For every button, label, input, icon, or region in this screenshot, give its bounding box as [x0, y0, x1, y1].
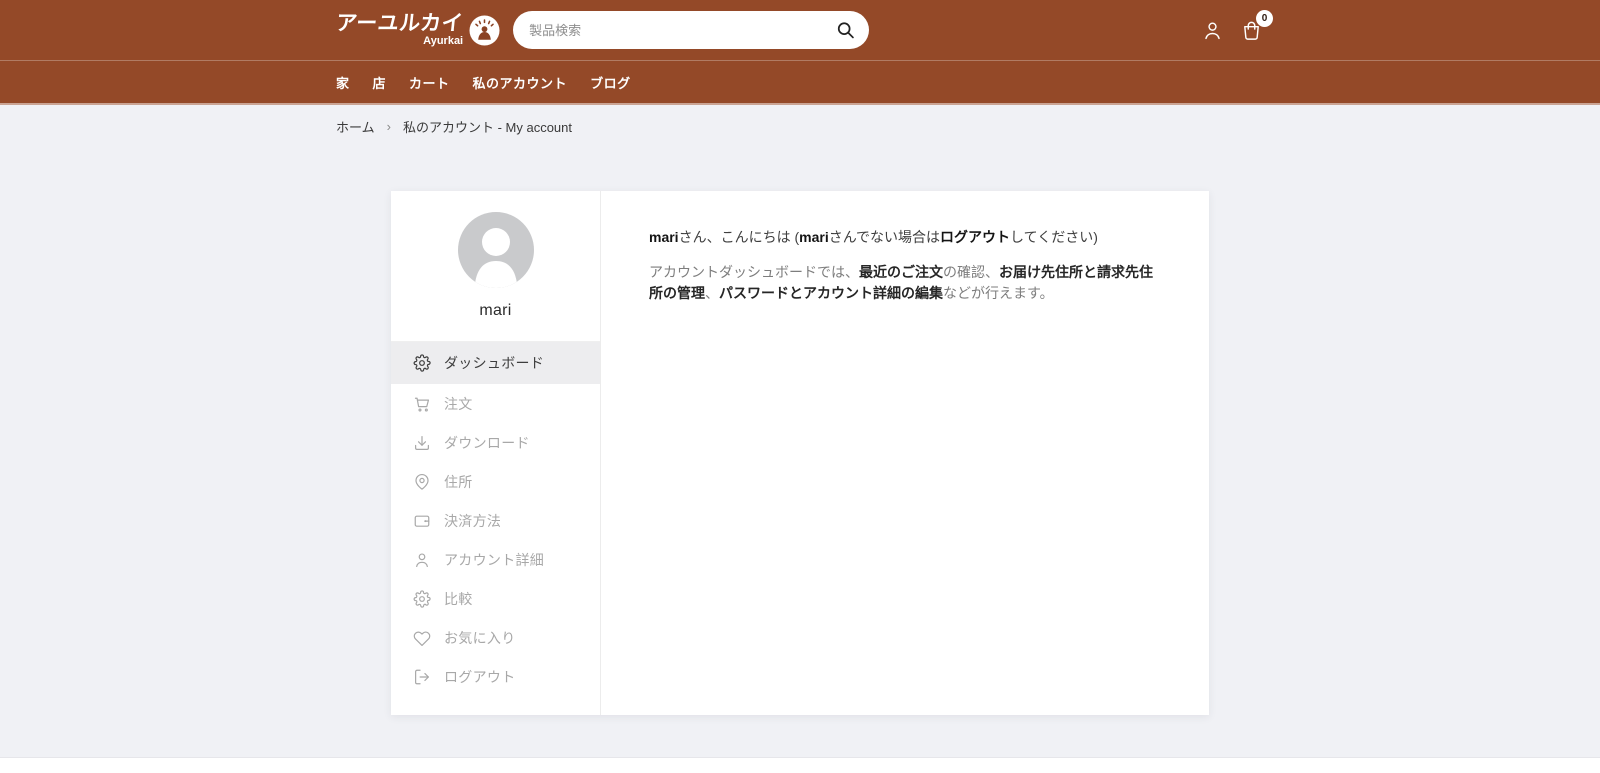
- wallet-icon: [413, 512, 431, 530]
- sidebar-item-payment-methods[interactable]: 決済方法: [391, 501, 600, 540]
- logo-subtitle: Ayurkai: [423, 36, 463, 47]
- breadcrumb-item-my-account: 私のアカウント - My account: [403, 117, 572, 136]
- sidebar-item-label: ダウンロード: [444, 433, 530, 453]
- gear-icon: [413, 354, 431, 372]
- main-nav: 家 店 カート 私のアカウント ブログ: [0, 61, 1600, 105]
- search-input[interactable]: [513, 11, 869, 49]
- sidebar-item-logout[interactable]: ログアウト: [391, 657, 600, 696]
- breadcrumb-item-home[interactable]: ホーム: [336, 117, 375, 136]
- sidebar-item-label: 決済方法: [444, 511, 501, 531]
- download-icon: [413, 434, 431, 452]
- product-search: [513, 11, 869, 49]
- breadcrumb: ホーム › 私のアカウント - My account: [336, 105, 1264, 136]
- text-segment: などが行えます。: [943, 285, 1054, 301]
- greeting-text: mariさん、こんにちは (mariさんでない場合はログアウトしてください): [649, 227, 1161, 247]
- account-menu: ダッシュボード注文ダウンロード住所決済方法アカウント詳細比較お気に入りログアウト: [391, 342, 600, 696]
- sidebar-item-label: ログアウト: [444, 667, 516, 687]
- main-nav-list: 家 店 カート 私のアカウント ブログ: [336, 61, 1264, 103]
- nav-link-blog[interactable]: ブログ: [590, 73, 631, 92]
- nav-link-my-account[interactable]: 私のアカウント: [473, 73, 568, 92]
- sidebar-item-label: ダッシュボード: [444, 353, 544, 373]
- cart-icon: [413, 395, 431, 413]
- breadcrumb-separator: ›: [387, 119, 391, 134]
- sidebar-item-compare[interactable]: 比較: [391, 579, 600, 618]
- account-content: mariさん、こんにちは (mariさんでない場合はログアウトしてください) ア…: [601, 191, 1209, 715]
- text-segment: アカウントダッシュボードでは、: [649, 264, 859, 280]
- nav-link-home[interactable]: 家: [336, 73, 350, 92]
- user-icon: [413, 551, 431, 569]
- sidebar-item-label: 比較: [444, 589, 473, 609]
- sidebar-item-account-details[interactable]: アカウント詳細: [391, 540, 600, 579]
- account-sidebar: mari ダッシュボード注文ダウンロード住所決済方法アカウント詳細比較お気に入り…: [391, 191, 601, 715]
- text-segment: 、: [705, 285, 719, 301]
- account-card: mari ダッシュボード注文ダウンロード住所決済方法アカウント詳細比較お気に入り…: [391, 191, 1209, 715]
- profile-section: mari: [391, 191, 600, 342]
- map-pin-icon: [413, 473, 431, 491]
- account-button[interactable]: [1201, 18, 1225, 42]
- nav-link-shop[interactable]: 店: [373, 73, 387, 92]
- sidebar-item-label: 注文: [444, 394, 473, 414]
- text-segment: mari: [649, 229, 679, 245]
- text-segment: さん、こんにちは (: [679, 229, 800, 245]
- profile-username: mari: [391, 302, 600, 320]
- user-icon: [1201, 19, 1224, 42]
- site-logo[interactable]: アーユルカイ Ayurkai: [336, 13, 500, 47]
- sidebar-item-downloads[interactable]: ダウンロード: [391, 423, 600, 462]
- sidebar-item-orders[interactable]: 注文: [391, 384, 600, 423]
- logout-icon: [413, 668, 431, 686]
- cart-count-badge: 0: [1256, 10, 1273, 27]
- sidebar-item-wishlist[interactable]: お気に入り: [391, 618, 600, 657]
- heart-icon: [413, 629, 431, 647]
- text-segment: の確認、: [943, 264, 999, 280]
- page-background: ホーム›私のアカウント - My account mari ダッシュボード注文ダ…: [0, 105, 1600, 757]
- text-link-segment[interactable]: 最近のご注文: [859, 264, 943, 280]
- sidebar-item-label: アカウント詳細: [444, 550, 544, 570]
- text-segment: してください): [1010, 229, 1098, 245]
- sidebar-item-addresses[interactable]: 住所: [391, 462, 600, 501]
- logo-title: アーユルカイ: [335, 13, 464, 34]
- ayurkai-meditation-logo-icon: [469, 15, 500, 46]
- nav-link-cart[interactable]: カート: [409, 73, 450, 92]
- site-header: アーユルカイ Ayurkai: [0, 0, 1600, 61]
- text-segment: mari: [799, 229, 829, 245]
- sidebar-item-label: 住所: [444, 472, 473, 492]
- text-link-segment[interactable]: パスワードとアカウント詳細の編集: [719, 285, 943, 301]
- search-icon: [835, 20, 856, 41]
- cart-button[interactable]: 0: [1240, 18, 1264, 42]
- search-button[interactable]: [835, 20, 856, 41]
- dashboard-description-text: アカウントダッシュボードでは、最近のご注文の確認、お届け先住所と請求先住所の管理…: [649, 262, 1161, 304]
- gear-icon: [413, 590, 431, 608]
- text-segment: さんでない場合は: [829, 229, 940, 245]
- footer-strip: [0, 757, 1600, 773]
- sidebar-item-label: お気に入り: [444, 628, 516, 648]
- text-link-segment[interactable]: ログアウト: [940, 229, 1010, 245]
- avatar: [458, 212, 534, 288]
- sidebar-item-dashboard[interactable]: ダッシュボード: [391, 342, 600, 384]
